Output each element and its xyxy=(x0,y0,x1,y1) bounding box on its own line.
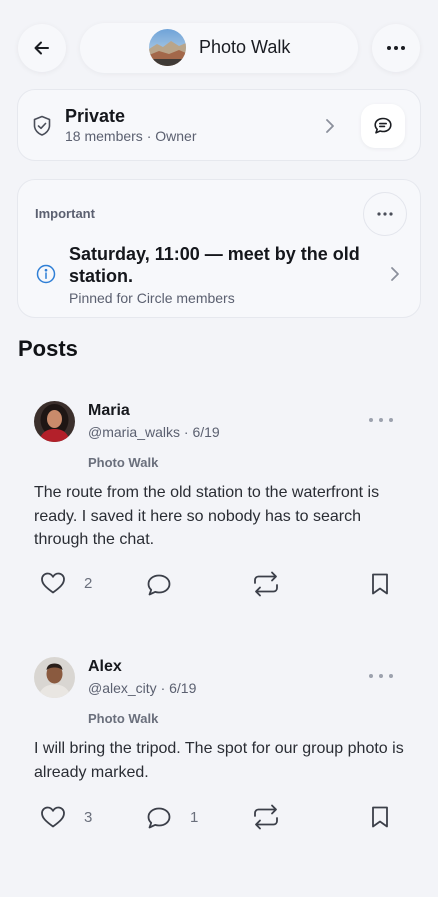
shield-check-icon xyxy=(33,115,51,136)
post-body: The route from the old station to the wa… xyxy=(34,484,380,548)
post-group-tag[interactable]: Photo Walk xyxy=(88,455,158,470)
chat-bubble-icon xyxy=(374,117,392,134)
post-body: I will bring the tripod. The spot for ou… xyxy=(34,740,404,781)
like-count: 3 xyxy=(84,809,93,826)
more-horizontal-icon xyxy=(387,46,405,50)
bookmark-button[interactable] xyxy=(371,572,389,596)
heart-icon xyxy=(41,572,65,594)
more-options-button[interactable] xyxy=(372,24,420,72)
post-author[interactable]: Maria xyxy=(88,402,130,420)
info-icon xyxy=(36,264,56,284)
post-author[interactable]: Alex xyxy=(88,658,122,676)
arrow-left-icon xyxy=(34,41,49,55)
post-more-button[interactable] xyxy=(369,414,393,426)
comment-button[interactable] xyxy=(146,806,172,830)
like-button[interactable] xyxy=(40,805,66,829)
comment-button[interactable] xyxy=(146,573,172,597)
pinned-label: Important xyxy=(35,206,95,221)
bookmark-icon xyxy=(372,573,388,595)
posts-heading: Posts xyxy=(18,336,78,361)
back-button[interactable] xyxy=(18,24,66,72)
chevron-right-icon xyxy=(326,119,334,133)
comment-count: 1 xyxy=(190,809,199,826)
post-more-button[interactable] xyxy=(369,670,393,682)
page-title: Photo Walk xyxy=(199,37,291,57)
repost-icon xyxy=(254,571,278,597)
like-count: 2 xyxy=(84,575,93,592)
bookmark-button[interactable] xyxy=(371,805,389,829)
chat-button[interactable] xyxy=(361,104,405,148)
chevron-right-icon xyxy=(391,267,399,281)
avatar[interactable] xyxy=(34,657,75,698)
repost-icon xyxy=(254,804,278,830)
pinned-subtitle: Pinned for Circle members xyxy=(69,290,235,306)
pinned-title: Saturday, 11:00 — meet by the old statio… xyxy=(69,244,360,286)
repost-button[interactable] xyxy=(251,570,281,598)
pinned-more-button[interactable] xyxy=(363,192,407,236)
like-button[interactable] xyxy=(40,571,66,595)
group-avatar xyxy=(149,29,186,66)
post-meta: @maria_walks · 6/19 xyxy=(88,424,220,440)
group-subtitle: 18 members · Owner xyxy=(65,128,197,144)
comment-icon xyxy=(147,807,171,829)
repost-button[interactable] xyxy=(251,803,281,831)
privacy-label: Private xyxy=(65,106,126,126)
comment-icon xyxy=(147,574,171,596)
post-group-tag[interactable]: Photo Walk xyxy=(88,711,158,726)
heart-icon xyxy=(41,806,65,828)
more-horizontal-icon xyxy=(377,212,393,216)
avatar[interactable] xyxy=(34,401,75,442)
bookmark-icon xyxy=(372,806,388,828)
post-meta: @alex_city · 6/19 xyxy=(88,680,197,696)
